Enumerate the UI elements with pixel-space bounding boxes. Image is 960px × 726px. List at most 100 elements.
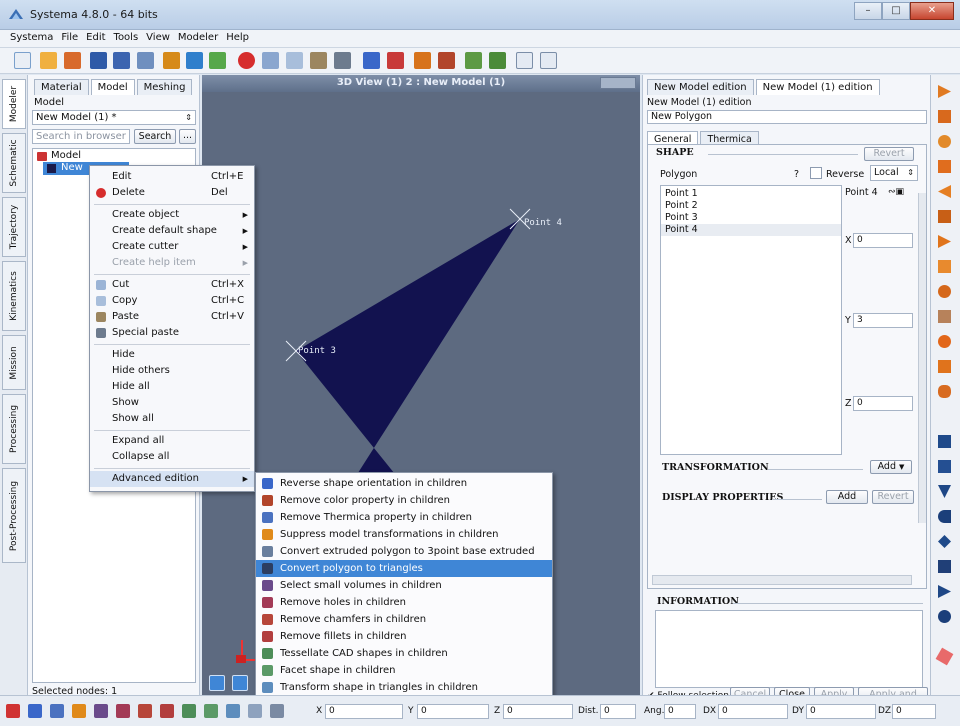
side-tab-mission[interactable]: Mission [2, 335, 26, 390]
frame-select[interactable]: Local ⇕ [870, 165, 918, 181]
save-icon[interactable] [90, 52, 107, 69]
sub-remove-fillets[interactable]: Remove fillets in children [256, 628, 552, 645]
disc-icon[interactable] [938, 185, 951, 198]
point-list-item-selected[interactable]: Point 4 [661, 224, 841, 236]
vertical-scrollbar[interactable] [918, 193, 926, 523]
tool-chamfers-icon[interactable] [138, 704, 152, 718]
status-dx-field[interactable]: 0 [718, 704, 788, 719]
horizontal-scrollbar[interactable] [652, 575, 912, 585]
menu-tools[interactable]: Tools [110, 30, 143, 43]
cone-icon[interactable] [938, 85, 951, 98]
edit-check-icon[interactable] [209, 52, 226, 69]
layout-tile-icon[interactable] [540, 52, 557, 69]
paraboloid-icon[interactable] [938, 360, 951, 373]
save-all-icon[interactable] [137, 52, 154, 69]
tab-model[interactable]: Model [90, 79, 135, 95]
tab-material[interactable]: Material [34, 79, 89, 95]
ellipsoid-icon[interactable] [938, 385, 951, 398]
menu-systema[interactable]: Systema [0, 30, 57, 43]
new-file-icon[interactable] [14, 52, 31, 69]
ctx-collapse-all[interactable]: Collapse all [90, 449, 254, 465]
sub-remove-chamfers[interactable]: Remove chamfers in children [256, 611, 552, 628]
point-list[interactable]: Point 1 Point 2 Point 3 Point 4 [660, 185, 842, 455]
sub-convert-extruded[interactable]: Convert extruded polygon to 3point base … [256, 543, 552, 574]
tool-thermica-icon[interactable] [50, 704, 64, 718]
menu-modeler[interactable]: Modeler [174, 30, 222, 43]
tool-measure-icon[interactable] [248, 704, 262, 718]
tool-fillets-icon[interactable] [160, 704, 174, 718]
view-icon[interactable] [465, 52, 482, 69]
ctx-delete[interactable]: Delete Del [90, 185, 254, 201]
tool-measure-angle-icon[interactable] [270, 704, 284, 718]
ctx-paste[interactable]: Paste Ctrl+V [90, 309, 254, 325]
sub-reverse-orientation[interactable]: Reverse shape orientation in children [256, 475, 552, 492]
status-x-field[interactable]: 0 [325, 704, 403, 719]
polygon-icon[interactable] [938, 310, 951, 323]
side-tab-trajectory[interactable]: Trajectory [2, 197, 26, 257]
ctx-hide[interactable]: Hide [90, 347, 254, 363]
solid-cone-icon[interactable] [938, 485, 951, 498]
status-y-field[interactable]: 0 [417, 704, 489, 719]
sub-select-small-volumes[interactable]: Select small volumes in children [256, 577, 552, 594]
ctx-create-object[interactable]: Create object ▶ [90, 207, 254, 223]
sub-tessellate-cad[interactable]: Tessellate CAD shapes in children [256, 645, 552, 662]
side-tab-post-processing[interactable]: Post-Processing [2, 468, 26, 563]
sub-facet-shape[interactable]: Facet shape in children [256, 662, 552, 679]
menu-file[interactable]: File [57, 30, 82, 43]
ctx-hide-others[interactable]: Hide others [90, 363, 254, 379]
ctx-edit[interactable]: Edit Ctrl+E [90, 169, 254, 185]
side-tab-processing[interactable]: Processing [2, 394, 26, 464]
import-icon[interactable] [64, 52, 81, 69]
menu-view[interactable]: View [142, 30, 174, 43]
prism-icon[interactable] [938, 210, 951, 223]
search-button[interactable]: Search [134, 129, 176, 144]
box-icon[interactable] [938, 110, 951, 123]
ctx-cut[interactable]: Cut Ctrl+X [90, 277, 254, 293]
truncated-cone-icon[interactable] [938, 260, 951, 273]
shape-revert-button[interactable]: Revert [864, 147, 914, 161]
point-list-item[interactable]: Point 3 [665, 212, 698, 223]
tab-meshing[interactable]: Meshing [136, 79, 193, 95]
minimize-button[interactable]: – [854, 2, 882, 20]
search-input[interactable]: Search in browser [32, 129, 130, 144]
hemisphere-icon[interactable] [938, 285, 951, 298]
tab-new-model-1-edition[interactable]: New Model (1) edition [755, 79, 880, 95]
sub-convert-polygon-triangles[interactable]: Convert polygon to triangles [256, 560, 552, 577]
sub-remove-thermica[interactable]: Remove Thermica property in children [256, 509, 552, 526]
side-tab-kinematics[interactable]: Kinematics [2, 261, 26, 331]
display-add-button[interactable]: Add [826, 490, 868, 504]
side-tab-schematic[interactable]: Schematic [2, 133, 26, 193]
solid-box-icon[interactable] [938, 435, 951, 448]
tool-cutter-icon[interactable] [6, 704, 20, 718]
menu-help[interactable]: Help [222, 30, 253, 43]
solid-pyramid-icon[interactable] [938, 535, 951, 548]
ctx-advanced-edition[interactable]: Advanced edition ▶ [90, 471, 254, 487]
ctx-copy[interactable]: Copy Ctrl+C [90, 293, 254, 309]
tool-triangles-icon[interactable] [226, 704, 240, 718]
processing-icon[interactable] [438, 52, 455, 69]
tool-transform-icon[interactable] [72, 704, 86, 718]
solid-cylinder-icon[interactable] [938, 460, 951, 473]
browse-more-button[interactable]: ... [179, 129, 196, 144]
view-mode-icon[interactable] [209, 675, 225, 691]
status-dy-field[interactable]: 0 [806, 704, 876, 719]
cylinder-icon[interactable] [938, 160, 951, 173]
maximize-button[interactable]: □ [882, 2, 910, 20]
copy-icon[interactable] [286, 52, 303, 69]
solid-sphere-icon[interactable] [938, 610, 951, 623]
layout-grid-icon[interactable] [516, 52, 533, 69]
point-list-item[interactable]: Point 2 [665, 200, 698, 211]
redo-icon[interactable] [186, 52, 203, 69]
paste-icon[interactable] [310, 52, 327, 69]
cut-icon[interactable] [262, 52, 279, 69]
menu-edit[interactable]: Edit [82, 30, 109, 43]
tool-select-icon[interactable] [94, 704, 108, 718]
ctx-show[interactable]: Show [90, 395, 254, 411]
sub-remove-color[interactable]: Remove color property in children [256, 492, 552, 509]
ctx-hide-all[interactable]: Hide all [90, 379, 254, 395]
ctx-show-all[interactable]: Show all [90, 411, 254, 427]
cutter-icon[interactable] [935, 647, 954, 666]
kinematics-icon[interactable] [387, 52, 404, 69]
reverse-checkbox[interactable] [810, 167, 822, 179]
tool-tessellate-icon[interactable] [182, 704, 196, 718]
